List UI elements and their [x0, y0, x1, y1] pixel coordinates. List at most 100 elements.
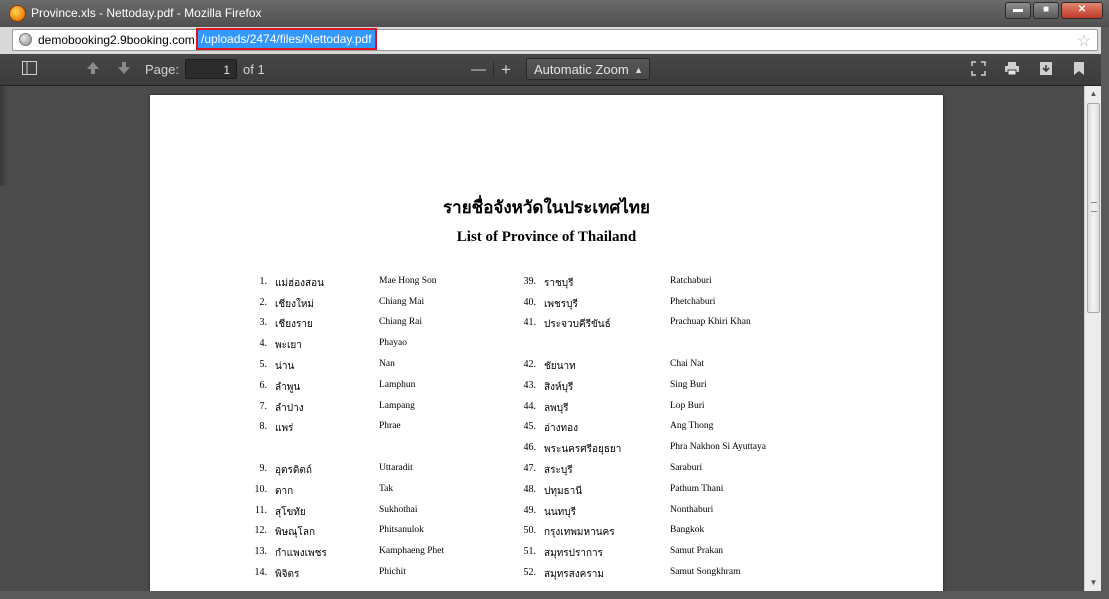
province-number: 10.: [254, 484, 268, 495]
province-name-thai: นนทบุรี: [544, 507, 576, 518]
window-controls: ▬ ■ ✕: [1005, 2, 1103, 19]
print-icon[interactable]: [1004, 61, 1020, 77]
zoom-select-value: Automatic Zoom: [534, 62, 629, 77]
document-title-english: List of Province of Thailand: [456, 229, 637, 245]
province-name-thai: ลำพูน: [275, 382, 301, 393]
province-name-english: Chiang Rai: [379, 317, 423, 327]
province-number: 12.: [254, 525, 268, 536]
province-name-thai: สุโขทัย: [275, 507, 306, 518]
maximize-button[interactable]: ■: [1033, 2, 1059, 19]
province-name-thai: สระบุรี: [544, 465, 573, 476]
zoom-select[interactable]: Automatic Zoom ▲: [526, 58, 650, 80]
scroll-down-arrow-icon[interactable]: ▼: [1085, 575, 1102, 591]
province-name-thai: สิงห์บุรี: [544, 382, 574, 393]
viewer-shadow: [0, 86, 8, 186]
province-number: 46.: [523, 442, 537, 453]
province-number: 6.: [259, 380, 268, 391]
window-frame-right: [1101, 27, 1109, 599]
province-number: 45.: [523, 421, 537, 432]
scrollbar-thumb[interactable]: [1087, 103, 1100, 313]
province-name-english: Tak: [379, 484, 394, 494]
province-name-thai: พะเยา: [275, 340, 302, 351]
province-name-english: Saraburi: [670, 463, 703, 473]
window-title: Province.xls - Nettoday.pdf - Mozilla Fi…: [31, 6, 262, 20]
sidebar-toggle-icon[interactable]: [21, 61, 37, 77]
province-name-thai: อุตรดิตถ์: [275, 465, 312, 476]
province-name-thai: อ่างทอง: [544, 423, 578, 434]
province-number: 41.: [523, 317, 537, 328]
zoom-in-button[interactable]: +: [501, 54, 511, 85]
province-number: 5.: [259, 359, 268, 370]
province-name-english: Kamphaeng Phet: [379, 546, 445, 556]
province-number: 11.: [254, 505, 267, 516]
province-name-thai: เชียงใหม่: [275, 299, 315, 310]
province-name-english: Phichit: [379, 567, 406, 577]
province-number: 47.: [523, 463, 537, 474]
province-number: 14.: [254, 567, 268, 578]
minimize-button[interactable]: ▬: [1005, 2, 1031, 19]
download-icon[interactable]: [1038, 61, 1054, 77]
province-name-thai: ลพบุรี: [544, 403, 569, 414]
province-name-english: Sing Buri: [670, 380, 707, 390]
province-number: 3.: [259, 317, 268, 328]
province-name-thai: แพร่: [275, 423, 294, 434]
url-path-selected[interactable]: /uploads/2474/files/Nettoday.pdf: [196, 28, 377, 50]
province-name-thai: ปทุมธานี: [544, 486, 583, 497]
bookmark-star-icon[interactable]: ☆: [1077, 31, 1091, 51]
province-number: 52.: [523, 567, 537, 578]
province-name-thai: พิษณุโลก: [275, 527, 316, 538]
chevron-updown-icon: ▲: [634, 65, 643, 75]
page-label: Page:: [145, 62, 179, 77]
province-number: 4.: [259, 338, 268, 349]
zoom-out-button[interactable]: —: [471, 54, 486, 85]
province-name-thai: ชัยนาท: [544, 361, 576, 372]
province-name-english: Samut Songkhram: [670, 567, 741, 577]
province-number: 7.: [259, 401, 268, 412]
province-name-english: Nan: [379, 359, 395, 369]
province-name-thai: พระนครศรีอยุธยา: [544, 444, 622, 455]
url-bar[interactable]: demobooking2.9booking.com /uploads/2474/…: [12, 28, 1098, 51]
province-name-thai: สมุทรสงคราม: [544, 569, 604, 580]
province-number: 40.: [523, 297, 537, 308]
firefox-logo-icon: [9, 5, 26, 22]
province-name-english: Lop Buri: [670, 401, 705, 411]
toolbar-separator: [493, 62, 494, 78]
province-name-thai: เพชรบุรี: [544, 299, 578, 310]
scrollbar-grip-icon: [1091, 202, 1097, 212]
next-page-icon[interactable]: [116, 61, 132, 77]
province-number: 43.: [523, 380, 537, 391]
province-name-thai: ลำปาง: [275, 403, 304, 414]
pdf-page: รายชื่อจังหวัดในประเทศไทย List of Provin…: [150, 95, 943, 599]
navigation-bar: demobooking2.9booking.com /uploads/2474/…: [0, 27, 1109, 54]
bookmark-icon[interactable]: [1071, 61, 1087, 77]
province-name-english: Lampang: [379, 401, 415, 411]
page-number-input[interactable]: 1: [185, 59, 237, 79]
vertical-scrollbar[interactable]: ▲ ▼: [1084, 86, 1102, 591]
close-button[interactable]: ✕: [1061, 2, 1103, 19]
province-number: 51.: [523, 546, 537, 557]
previous-page-icon[interactable]: [85, 61, 101, 77]
province-name-thai: กำแพงเพชร: [275, 548, 327, 559]
province-name-english: Phetchaburi: [670, 297, 716, 307]
province-number: 44.: [523, 401, 537, 412]
province-name-english: Chai Nat: [670, 359, 705, 369]
province-name-thai: แม่ฮ่องสอน: [275, 278, 324, 289]
presentation-mode-icon[interactable]: [970, 61, 986, 77]
province-name-english: Sukhothai: [379, 505, 418, 515]
url-domain[interactable]: demobooking2.9booking.com: [38, 33, 195, 47]
province-name-thai: สมุทรปราการ: [544, 548, 604, 559]
province-name-english: Chiang Mai: [379, 297, 425, 307]
scroll-up-arrow-icon[interactable]: ▲: [1085, 86, 1102, 102]
province-name-english: Prachuap Khiri Khan: [670, 317, 751, 327]
province-name-thai: ประจวบคีรีขันธ์: [544, 319, 611, 330]
province-name-english: Pathum Thani: [670, 484, 724, 494]
province-name-english: Nonthaburi: [670, 505, 714, 515]
province-number: 42.: [523, 359, 537, 370]
province-name-thai: เชียงราย: [275, 319, 313, 330]
province-name-english: Phayao: [379, 338, 407, 348]
site-identity-globe-icon[interactable]: [19, 33, 32, 46]
province-name-thai: กรุงเทพมหานคร: [544, 527, 615, 538]
province-number: 2.: [259, 297, 268, 308]
pdf-toolbar: Page: 1 of 1 — + Automatic Zoom ▲: [0, 54, 1109, 86]
province-name-english: Phitsanulok: [379, 525, 424, 535]
